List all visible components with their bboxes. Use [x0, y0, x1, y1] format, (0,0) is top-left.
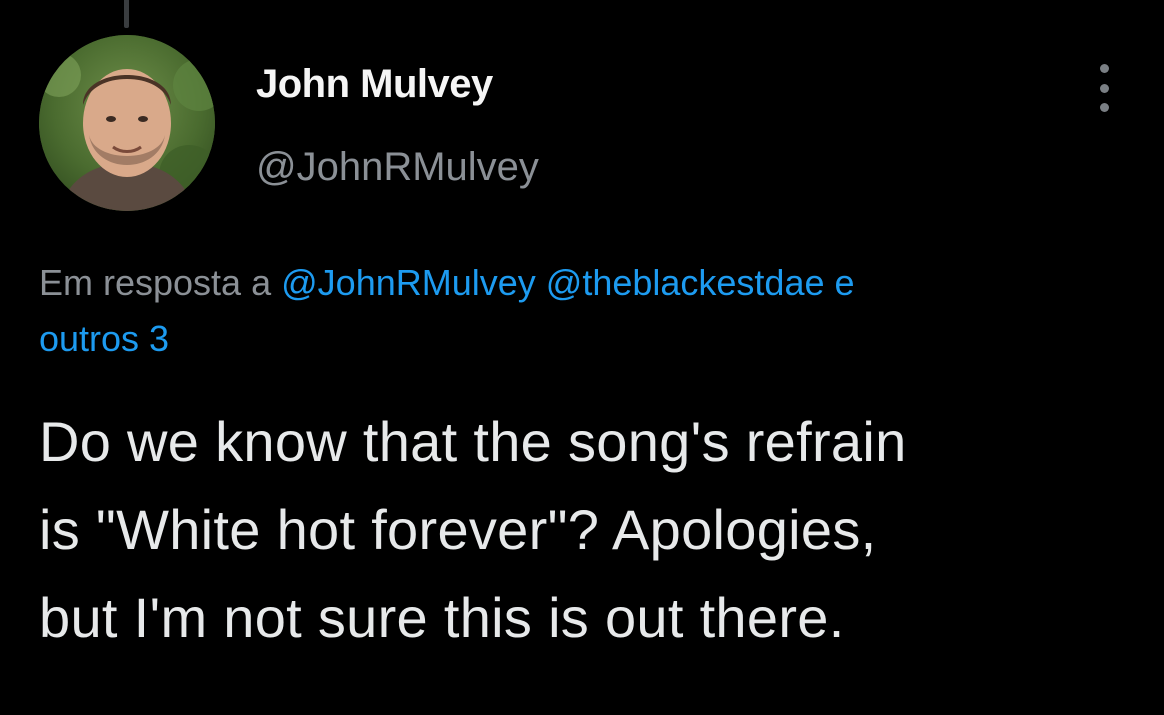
author-avatar[interactable]	[39, 35, 215, 211]
reply-prefix: Em resposta a	[39, 262, 272, 303]
vertical-ellipsis-icon	[1099, 103, 1109, 112]
mention-link[interactable]: @JohnRMulvey	[281, 262, 536, 303]
tweet-text-line: is "White hot forever"? Apologies,	[39, 498, 877, 561]
mention-link[interactable]: @theblackestdae	[546, 262, 825, 303]
reply-others-link[interactable]: outros 3	[39, 318, 169, 359]
tweet-text-line: Do we know that the song's refrain	[39, 410, 907, 473]
vertical-ellipsis-icon	[1099, 83, 1109, 93]
reply-connector[interactable]: e	[835, 262, 855, 303]
author-handle[interactable]: @JohnRMulvey	[256, 145, 539, 190]
tweet-body: Do we know that the song's refrain is "W…	[39, 398, 1149, 662]
person-avatar-photo-icon	[39, 35, 215, 211]
reply-context: Em resposta a @JohnRMulvey @theblackestd…	[39, 255, 1139, 367]
tweet-text-line: but I'm not sure this is out there.	[39, 586, 845, 649]
thread-connector-line	[124, 0, 129, 28]
author-name[interactable]: John Mulvey	[256, 62, 493, 107]
vertical-ellipsis-icon	[1099, 64, 1109, 73]
more-options-button[interactable]	[1090, 64, 1118, 112]
